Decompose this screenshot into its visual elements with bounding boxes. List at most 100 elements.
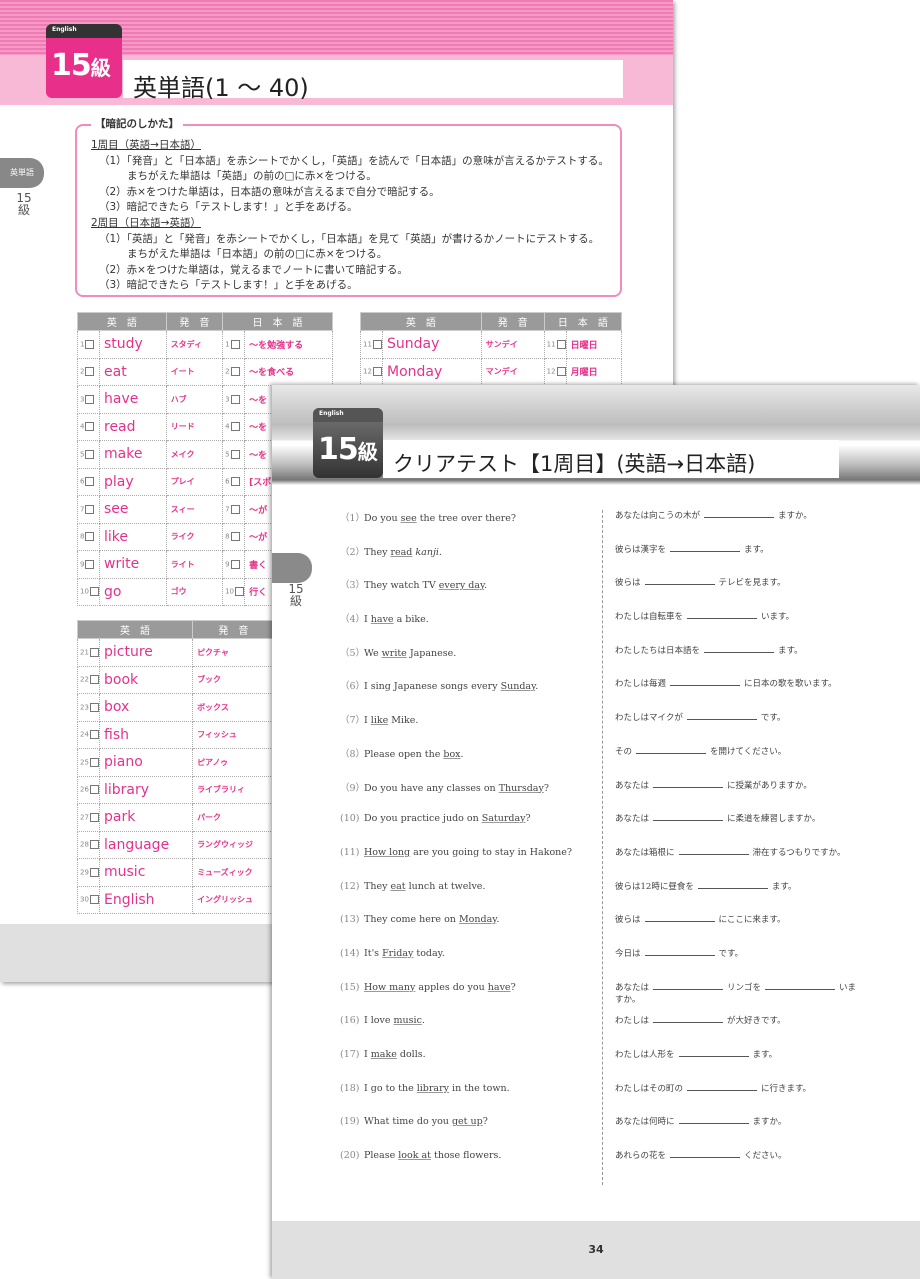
sentence-text: ?	[482, 1116, 488, 1128]
word-number: 22	[80, 675, 89, 684]
english-word: picture	[98, 638, 194, 667]
pronunciation: メイク	[165, 440, 224, 469]
word-number: 5	[80, 450, 85, 459]
answer-blank[interactable]	[653, 786, 724, 788]
answer-blank[interactable]	[765, 988, 836, 990]
sentence-text: I go to the	[364, 1082, 417, 1094]
answer-blank[interactable]	[636, 752, 707, 754]
check-box[interactable]	[89, 647, 99, 657]
check-box[interactable]	[89, 675, 99, 685]
table-row: 12 Monday マンデイ 12 月曜日	[360, 357, 623, 386]
sentence-text: ?	[510, 981, 516, 993]
check-box[interactable]	[556, 367, 566, 377]
question-item: (20) Please look at those flowers.	[340, 1150, 572, 1184]
english-word: study	[99, 330, 167, 359]
question-item: （7）I like Mike.	[340, 712, 572, 746]
badge-tag: English	[313, 408, 383, 422]
answer-blank[interactable]	[704, 517, 775, 518]
check-box[interactable]	[85, 339, 95, 349]
check-box[interactable]	[85, 394, 95, 404]
check-box[interactable]	[230, 449, 240, 459]
check-box[interactable]	[230, 532, 240, 542]
check-box[interactable]	[89, 840, 99, 850]
check-box[interactable]	[89, 785, 99, 795]
answer-blank[interactable]	[670, 685, 741, 687]
sentence-text: .	[484, 580, 488, 592]
check-box[interactable]	[85, 559, 95, 569]
check-box[interactable]	[230, 422, 240, 432]
pronunciation: スィー	[165, 495, 224, 524]
answer-blank[interactable]	[687, 1089, 758, 1091]
answer-blank[interactable]	[704, 651, 775, 653]
week2-heading: 2周目（日本語→英語）	[91, 216, 201, 229]
word-number: 9	[225, 560, 230, 569]
page-title: 英単語(1 ～ 40)	[123, 60, 623, 102]
side-tab[interactable]: 英単語	[0, 158, 44, 188]
side-tab[interactable]	[272, 553, 312, 583]
pronunciation: ゴウ	[165, 577, 224, 606]
check-box[interactable]	[89, 702, 99, 712]
check-box[interactable]	[89, 812, 99, 822]
check-box[interactable]	[85, 367, 95, 377]
pronunciation: ピアノゥ	[192, 748, 275, 777]
answer-text: わたしは	[615, 1016, 650, 1027]
answer-item: あなたは に授業がありますか。	[615, 780, 860, 814]
check-box[interactable]	[89, 867, 99, 877]
answer-item: わたしは毎週 に日本の歌を歌います。	[615, 678, 860, 712]
check-box[interactable]	[85, 504, 95, 514]
sentence-text: .	[421, 1015, 425, 1027]
answer-blank[interactable]	[678, 1056, 749, 1057]
answer-text: 彼らは	[615, 915, 641, 926]
check-box[interactable]	[372, 339, 382, 349]
check-box[interactable]	[230, 477, 240, 487]
sentence-text: .	[535, 681, 539, 693]
answer-text: わたしたちは日本語を	[615, 645, 701, 656]
word-number: 29	[80, 868, 89, 877]
answer-blank[interactable]	[644, 921, 715, 923]
pronunciation: ラングウィッジ	[192, 830, 275, 859]
sentence-text: those flowers.	[430, 1150, 502, 1162]
sentence-text: ?	[525, 813, 531, 825]
check-box[interactable]	[230, 367, 240, 377]
answer-item: その を開けてください。	[615, 746, 860, 780]
check-box[interactable]	[85, 449, 95, 459]
sentence-text: What time do you	[364, 1116, 452, 1128]
english-word: have	[99, 385, 167, 414]
answer-blank[interactable]	[697, 887, 768, 889]
check-box[interactable]	[89, 587, 99, 597]
check-box[interactable]	[230, 339, 240, 349]
check-box[interactable]	[85, 532, 95, 542]
answer-blank[interactable]	[687, 618, 758, 620]
answer-text: あなたは	[615, 982, 650, 993]
answer-list: あなたは向こうの木が ますか。 彼らは漢字を ます。 彼らは テレビを見ます。 わたしは自転…	[615, 510, 860, 1184]
answer-blank[interactable]	[653, 988, 724, 990]
answer-blank[interactable]	[644, 584, 715, 586]
check-box[interactable]	[556, 339, 566, 349]
answer-blank[interactable]	[686, 719, 757, 721]
answer-blank[interactable]	[644, 954, 715, 956]
answer-blank[interactable]	[670, 1157, 741, 1159]
question-item: （8）Please open the box.	[340, 746, 572, 780]
check-box[interactable]	[89, 757, 99, 767]
english-word: like	[99, 522, 167, 551]
answer-blank[interactable]	[678, 1123, 749, 1125]
answer-blank[interactable]	[653, 1022, 724, 1024]
answer-blank[interactable]	[653, 820, 724, 822]
check-box[interactable]	[235, 587, 244, 597]
check-box[interactable]	[89, 730, 99, 740]
check-box[interactable]	[85, 477, 95, 487]
answer-blank[interactable]	[670, 550, 741, 552]
english-word: write	[99, 550, 167, 579]
check-box[interactable]	[89, 895, 99, 905]
answer-blank[interactable]	[678, 853, 749, 855]
check-box[interactable]	[85, 422, 95, 432]
question-item: (14) It's Friday today.	[340, 948, 572, 982]
week1-item: （3）暗記できたら「テストします！」と手をあげる。	[99, 201, 358, 214]
check-box[interactable]	[372, 367, 382, 377]
underlined-word: look at	[398, 1150, 431, 1162]
sentence-text: Do you have any classes on	[364, 782, 499, 794]
check-box[interactable]	[230, 504, 240, 514]
check-box[interactable]	[230, 559, 240, 569]
check-box[interactable]	[230, 394, 240, 404]
word-number: 26	[80, 785, 89, 794]
